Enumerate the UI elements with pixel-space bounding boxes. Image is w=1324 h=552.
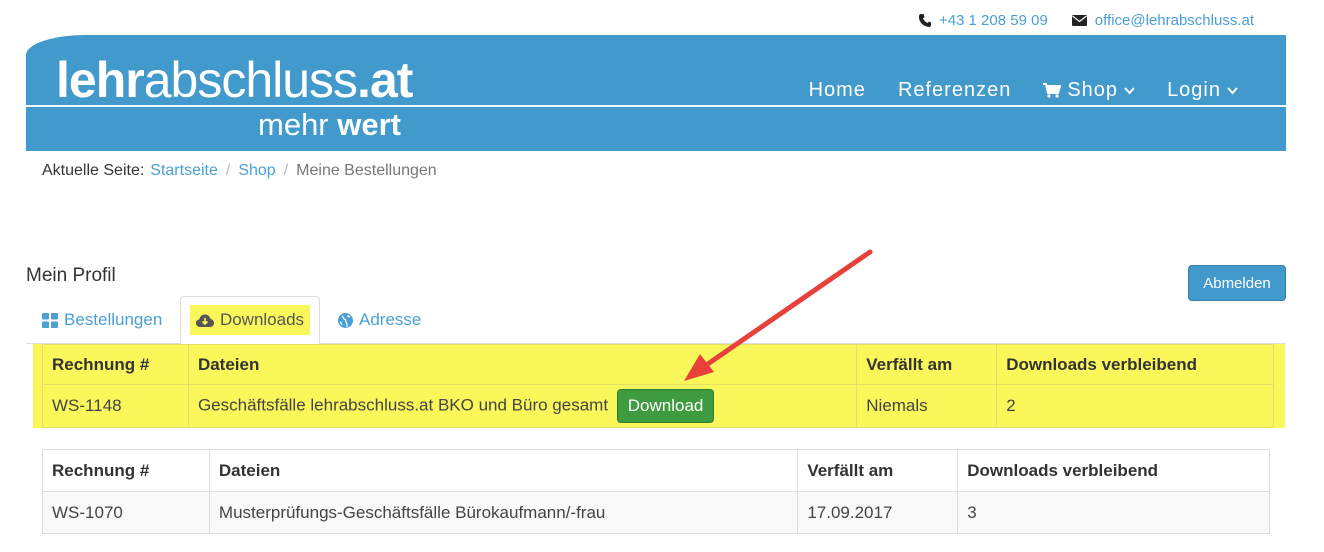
breadcrumb-current: Meine Bestellungen — [296, 162, 437, 179]
breadcrumb: Aktuelle Seite: Startseite / Shop / Mein… — [42, 162, 437, 180]
downloads-table-highlight: Rechnung # Dateien Verfällt am Downloads… — [33, 344, 1285, 428]
table-row: WS-1070 Musterprüfungs-Geschäftsfälle Bü… — [42, 491, 1270, 534]
nav-home[interactable]: Home — [809, 79, 866, 102]
column-header-files: Dateien — [187, 344, 858, 385]
breadcrumb-separator: / — [283, 162, 289, 179]
tab-orders-label: Bestellungen — [64, 310, 163, 329]
column-header-remaining: Downloads verbleibend — [996, 344, 1274, 385]
main-nav: Home Referenzen Shop Login — [809, 79, 1238, 102]
downloads-table: Rechnung # Dateien Verfällt am Downloads… — [42, 344, 1274, 428]
tab-orders[interactable]: Bestellungen — [42, 296, 162, 344]
cell-files: Geschäftsfälle lehrabschluss.at BKO und … — [187, 384, 858, 428]
column-header-remaining: Downloads verbleibend — [957, 449, 1270, 492]
cell-files: Musterprüfungs-Geschäftsfälle Bürokaufma… — [208, 491, 799, 534]
nav-references-label: Referenzen — [897, 79, 1012, 101]
logo-light-part: abschluss — [143, 52, 358, 108]
grid-icon — [42, 312, 58, 328]
cloud-download-icon — [195, 314, 214, 327]
file-name: Geschäftsfälle lehrabschluss.at BKO und … — [197, 395, 609, 415]
nav-shop[interactable]: Shop — [1043, 79, 1135, 102]
cell-remaining: 2 — [996, 384, 1274, 428]
cell-expires: Niemals — [856, 384, 998, 428]
envelope-icon — [1071, 15, 1087, 26]
cart-icon — [1043, 83, 1062, 98]
phone-number[interactable]: +43 1 208 59 09 — [939, 12, 1048, 29]
phone-contact[interactable]: +43 1 208 59 09 — [918, 12, 1048, 29]
logo-tagline: mehr wert — [258, 108, 401, 142]
table-header-row: Rechnung # Dateien Verfällt am Downloads… — [42, 449, 1270, 492]
breadcrumb-shop[interactable]: Shop — [238, 162, 275, 180]
breadcrumb-prefix: Aktuelle Seite: — [42, 162, 145, 179]
column-header-invoice: Rechnung # — [42, 344, 189, 385]
table-header-row: Rechnung # Dateien Verfällt am Downloads… — [42, 344, 1274, 385]
tab-downloads[interactable]: Downloads — [180, 296, 320, 344]
chevron-down-icon — [1227, 86, 1238, 94]
tab-address[interactable]: Adresse — [338, 296, 421, 344]
nav-references[interactable]: Referenzen — [898, 79, 1011, 102]
column-header-expires: Verfällt am — [856, 344, 998, 385]
nav-home-label: Home — [808, 79, 866, 101]
logo-bold-part: lehr — [56, 52, 145, 108]
email-contact[interactable]: office@lehrabschluss.at — [1071, 12, 1254, 29]
cell-expires: 17.09.2017 — [797, 491, 959, 534]
contact-bar: +43 1 208 59 09 office@lehrabschluss.at — [918, 12, 1254, 29]
table-row: WS-1148 Geschäftsfälle lehrabschluss.at … — [42, 384, 1274, 428]
phone-icon — [918, 14, 931, 27]
column-header-files: Dateien — [208, 449, 799, 492]
tagline-light: mehr — [258, 107, 338, 142]
nav-login-label: Login — [1167, 79, 1221, 101]
downloads-table-secondary: Rechnung # Dateien Verfällt am Downloads… — [42, 449, 1270, 534]
logo-tld: .at — [357, 52, 413, 108]
globe-icon — [338, 312, 353, 328]
cell-invoice: WS-1070 — [42, 491, 210, 534]
tab-downloads-label: Downloads — [219, 310, 305, 329]
breadcrumb-home[interactable]: Startseite — [150, 162, 218, 180]
nav-shop-label: Shop — [1067, 79, 1119, 101]
tab-downloads-highlight: Downloads — [189, 305, 311, 335]
cell-remaining: 3 — [957, 491, 1270, 534]
tagline-bold: wert — [337, 107, 401, 142]
column-header-expires: Verfällt am — [797, 449, 959, 492]
breadcrumb-separator: / — [225, 162, 231, 179]
chevron-down-icon — [1124, 86, 1135, 94]
site-logo[interactable]: lehrabschluss.at — [56, 52, 413, 108]
site-header: lehrabschluss.at mehr wert Home Referenz… — [26, 35, 1286, 151]
column-header-invoice: Rechnung # — [42, 449, 210, 492]
profile-tabs: Bestellungen Downloads Adresse — [26, 296, 1286, 344]
email-address[interactable]: office@lehrabschluss.at — [1095, 12, 1254, 29]
nav-login[interactable]: Login — [1167, 79, 1238, 102]
tab-address-label: Adresse — [359, 310, 422, 329]
page-title: Mein Profil — [26, 265, 116, 286]
download-button[interactable]: Download — [616, 389, 715, 423]
cell-invoice: WS-1148 — [42, 384, 189, 428]
